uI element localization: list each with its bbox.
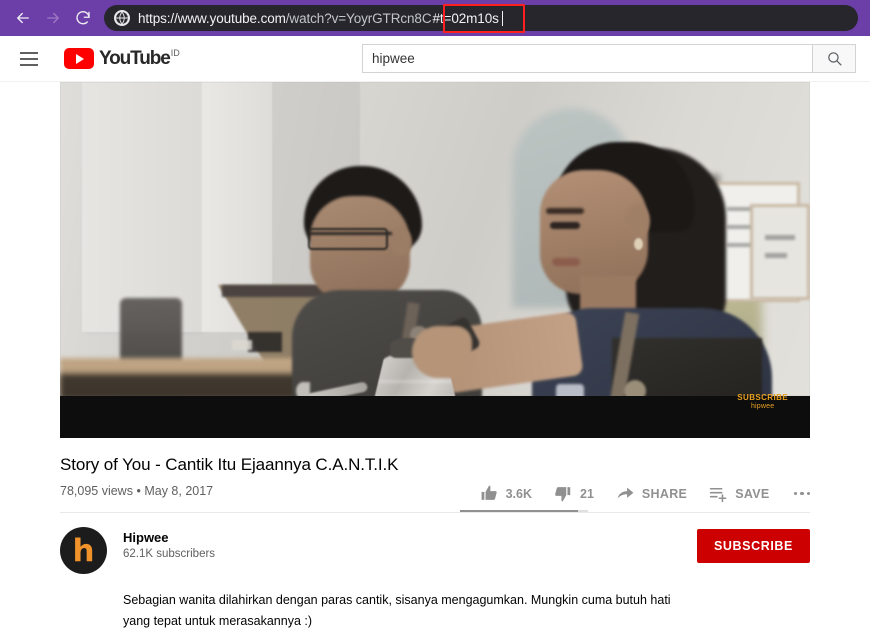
video-description: Sebagian wanita dilahirkan dengan paras … bbox=[123, 593, 671, 628]
watermark-channel-text: hipwee bbox=[750, 403, 775, 410]
meta-separator: • bbox=[136, 484, 141, 498]
hamburger-menu-icon[interactable] bbox=[20, 47, 44, 71]
arrow-right-icon bbox=[47, 12, 59, 24]
save-button[interactable]: SAVE bbox=[709, 484, 769, 503]
reload-icon bbox=[76, 11, 90, 25]
share-label: SHARE bbox=[641, 486, 688, 501]
watch-page: SUBSCRIBE hipwee Story of You - Cantik I… bbox=[0, 82, 870, 632]
share-arrow-icon bbox=[617, 487, 634, 499]
channel-name[interactable]: Hipwee bbox=[123, 530, 215, 545]
url-fragment: #t=02m10s bbox=[432, 10, 499, 26]
arrow-left-icon bbox=[17, 12, 29, 24]
publish-date: May 8, 2017 bbox=[144, 484, 214, 498]
subscribe-button[interactable]: SUBSCRIBE bbox=[696, 529, 810, 563]
hand bbox=[412, 326, 472, 378]
dislike-count: 21 bbox=[580, 486, 594, 501]
search-input[interactable] bbox=[362, 44, 812, 73]
like-button[interactable]: 3.6K bbox=[480, 484, 532, 503]
like-count: 3.6K bbox=[505, 486, 533, 501]
watermark-subscribe-text: SUBSCRIBE bbox=[737, 393, 788, 402]
video-meta-row: 78,095 views • May 8, 2017 3.6K 21 SHARE… bbox=[60, 484, 810, 512]
view-count: 78,095 views bbox=[60, 484, 133, 498]
channel-watermark[interactable]: SUBSCRIBE hipwee bbox=[737, 393, 788, 411]
thumb-down-icon bbox=[555, 487, 571, 502]
globe-icon bbox=[114, 10, 130, 26]
save-playlist-icon bbox=[709, 487, 727, 503]
reload-button[interactable] bbox=[68, 3, 98, 33]
video-stats: 78,095 views • May 8, 2017 bbox=[60, 484, 213, 498]
youtube-play-icon bbox=[64, 48, 94, 69]
thumb-up-icon bbox=[481, 485, 497, 500]
search-icon bbox=[827, 52, 842, 66]
browser-toolbar: https://www.youtube.com/watch?v=YoyrGTRc… bbox=[0, 0, 870, 36]
share-button[interactable]: SHARE bbox=[616, 484, 687, 503]
youtube-masthead: YouTube ID bbox=[0, 36, 870, 82]
text-cursor bbox=[501, 10, 503, 26]
address-bar-text: https://www.youtube.com/watch?v=YoyrGTRc… bbox=[138, 10, 503, 27]
letterbox-bar bbox=[60, 396, 810, 438]
like-ratio-bar bbox=[459, 510, 578, 512]
back-button[interactable] bbox=[8, 3, 38, 33]
avatar-letter: h bbox=[72, 533, 95, 569]
forward-button[interactable] bbox=[38, 3, 68, 33]
primary-column: SUBSCRIBE hipwee Story of You - Cantik I… bbox=[60, 82, 810, 631]
video-scene-coffee-shop bbox=[60, 82, 810, 396]
channel-row: h Hipwee 62.1K subscribers SUBSCRIBE bbox=[60, 513, 810, 574]
video-frame bbox=[60, 82, 810, 396]
address-bar[interactable]: https://www.youtube.com/watch?v=YoyrGTRc… bbox=[104, 5, 858, 31]
search-button[interactable] bbox=[812, 44, 856, 73]
save-label: SAVE bbox=[735, 486, 770, 501]
video-info: Story of You - Cantik Itu Ejaannya C.A.N… bbox=[60, 438, 810, 631]
youtube-logo-text: YouTube bbox=[99, 48, 171, 69]
more-actions-button[interactable] bbox=[793, 491, 810, 496]
url-domain: https://www.youtube.com bbox=[138, 10, 286, 26]
subscriber-count: 62.1K subscribers bbox=[123, 548, 216, 560]
video-player[interactable]: SUBSCRIBE hipwee bbox=[60, 82, 810, 438]
more-horizontal-icon bbox=[793, 491, 797, 496]
youtube-region-label: ID bbox=[170, 48, 180, 58]
page-title: Story of You - Cantik Itu Ejaannya C.A.N… bbox=[60, 455, 399, 474]
url-path: /watch?v=YoyrGTRcn8C bbox=[285, 10, 432, 26]
avatar[interactable]: h bbox=[60, 527, 107, 574]
search-bar bbox=[362, 44, 856, 73]
dislike-button[interactable]: 21 bbox=[554, 484, 594, 503]
channel-meta: Hipwee 62.1K subscribers bbox=[123, 527, 215, 560]
video-action-bar: 3.6K 21 SHARE SAVE bbox=[458, 484, 810, 512]
youtube-logo[interactable]: YouTube ID bbox=[64, 48, 180, 69]
